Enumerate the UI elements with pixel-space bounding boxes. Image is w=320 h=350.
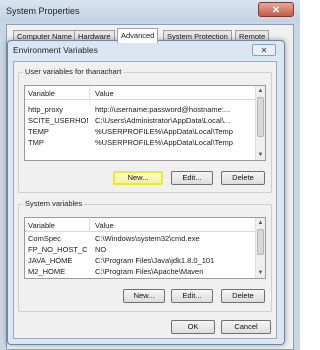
vertical-scrollbar[interactable]: ▲ ▼ <box>255 218 265 278</box>
variable-name: ComSpec <box>28 234 61 243</box>
env-dialog-body: User variables for thanachart Variable V… <box>13 61 277 339</box>
variable-value: C:\Program Files\Java\jdk1.8.0_101 <box>95 256 215 265</box>
system-variables-group: System variables Variable Value ComSpec … <box>18 199 272 312</box>
table-row[interactable]: http_proxy http://username:password@host… <box>25 104 255 114</box>
variable-name: M2_HOME <box>28 267 66 276</box>
list-header: Variable Value <box>25 86 255 100</box>
user-variables-label: User variables for thanachart <box>23 67 124 76</box>
close-icon[interactable]: ✕ <box>252 44 276 56</box>
env-dialog-title: Environment Variables <box>13 45 98 55</box>
scroll-thumb[interactable] <box>257 97 264 137</box>
user-delete-button[interactable]: Delete <box>221 171 265 185</box>
table-row[interactable]: ComSpec C:\Windows\system32\cmd.exe <box>25 233 255 243</box>
ok-button[interactable]: OK <box>171 320 215 334</box>
column-header-variable[interactable]: Variable <box>28 221 55 230</box>
system-delete-button[interactable]: Delete <box>221 289 265 303</box>
variable-value: http://username:password@hostname:... <box>95 105 231 114</box>
env-dialog-titlebar[interactable]: Environment Variables ✕ <box>8 41 284 59</box>
table-row[interactable]: TMP %USERPROFILE%\AppData\Local\Temp <box>25 137 255 147</box>
variable-name: JAVA_HOME <box>28 256 73 265</box>
variable-value: C:\Program Files\Apache\Maven <box>95 267 204 276</box>
scroll-up-icon[interactable]: ▲ <box>257 87 264 95</box>
vertical-scrollbar[interactable]: ▲ ▼ <box>255 86 265 160</box>
column-divider[interactable] <box>89 219 90 231</box>
table-row[interactable]: JAVA_HOME C:\Program Files\Java\jdk1.8.0… <box>25 255 255 265</box>
variable-name: TEMP <box>28 127 49 136</box>
table-row[interactable]: SCITE_USERHOME C:\Users\Administrator\Ap… <box>25 115 255 125</box>
variable-name: SCITE_USERHOME <box>28 116 88 125</box>
system-variables-label: System variables <box>23 199 85 208</box>
user-variables-list[interactable]: Variable Value http_proxy http://usernam… <box>24 85 266 161</box>
window-title: System Properties <box>6 6 80 16</box>
variable-value: NO <box>95 245 107 254</box>
table-row[interactable]: TEMP %USERPROFILE%\AppData\Local\Temp <box>25 126 255 136</box>
variable-name: FP_NO_HOST_C... <box>28 245 88 254</box>
column-divider[interactable] <box>89 87 90 99</box>
scroll-down-icon[interactable]: ▼ <box>257 269 264 277</box>
scroll-thumb[interactable] <box>257 229 264 255</box>
user-edit-button[interactable]: Edit... <box>171 171 213 185</box>
list-header: Variable Value <box>25 218 255 232</box>
close-icon[interactable]: ✕ <box>258 2 294 17</box>
cancel-button[interactable]: Cancel <box>221 320 271 334</box>
variable-value: %USERPROFILE%\AppData\Local\Temp <box>95 127 233 136</box>
system-new-button[interactable]: New... <box>123 289 165 303</box>
column-header-variable[interactable]: Variable <box>28 89 55 98</box>
variable-value: C:\Windows\system32\cmd.exe <box>95 234 200 243</box>
variable-name: http_proxy <box>28 105 64 114</box>
column-header-value[interactable]: Value <box>95 89 114 98</box>
system-edit-button[interactable]: Edit... <box>171 289 213 303</box>
table-row[interactable]: M2_HOME C:\Program Files\Apache\Maven <box>25 266 255 276</box>
column-header-value[interactable]: Value <box>95 221 114 230</box>
tab-advanced[interactable]: Advanced <box>117 28 159 43</box>
variable-value: C:\Users\Administrator\AppData\Local\... <box>95 116 231 125</box>
system-variables-list[interactable]: Variable Value ComSpec C:\Windows\system… <box>24 217 266 279</box>
table-row[interactable]: FP_NO_HOST_C... NO <box>25 244 255 254</box>
system-properties-titlebar[interactable]: System Properties ✕ <box>0 0 300 22</box>
variable-name: TMP <box>28 138 44 147</box>
environment-variables-dialog: Environment Variables ✕ User variables f… <box>7 40 285 345</box>
scroll-down-icon[interactable]: ▼ <box>257 151 264 159</box>
user-variables-group: User variables for thanachart Variable V… <box>18 67 272 193</box>
user-new-button[interactable]: New... <box>113 171 163 185</box>
scroll-up-icon[interactable]: ▲ <box>257 219 264 227</box>
variable-value: %USERPROFILE%\AppData\Local\Temp <box>95 138 233 147</box>
